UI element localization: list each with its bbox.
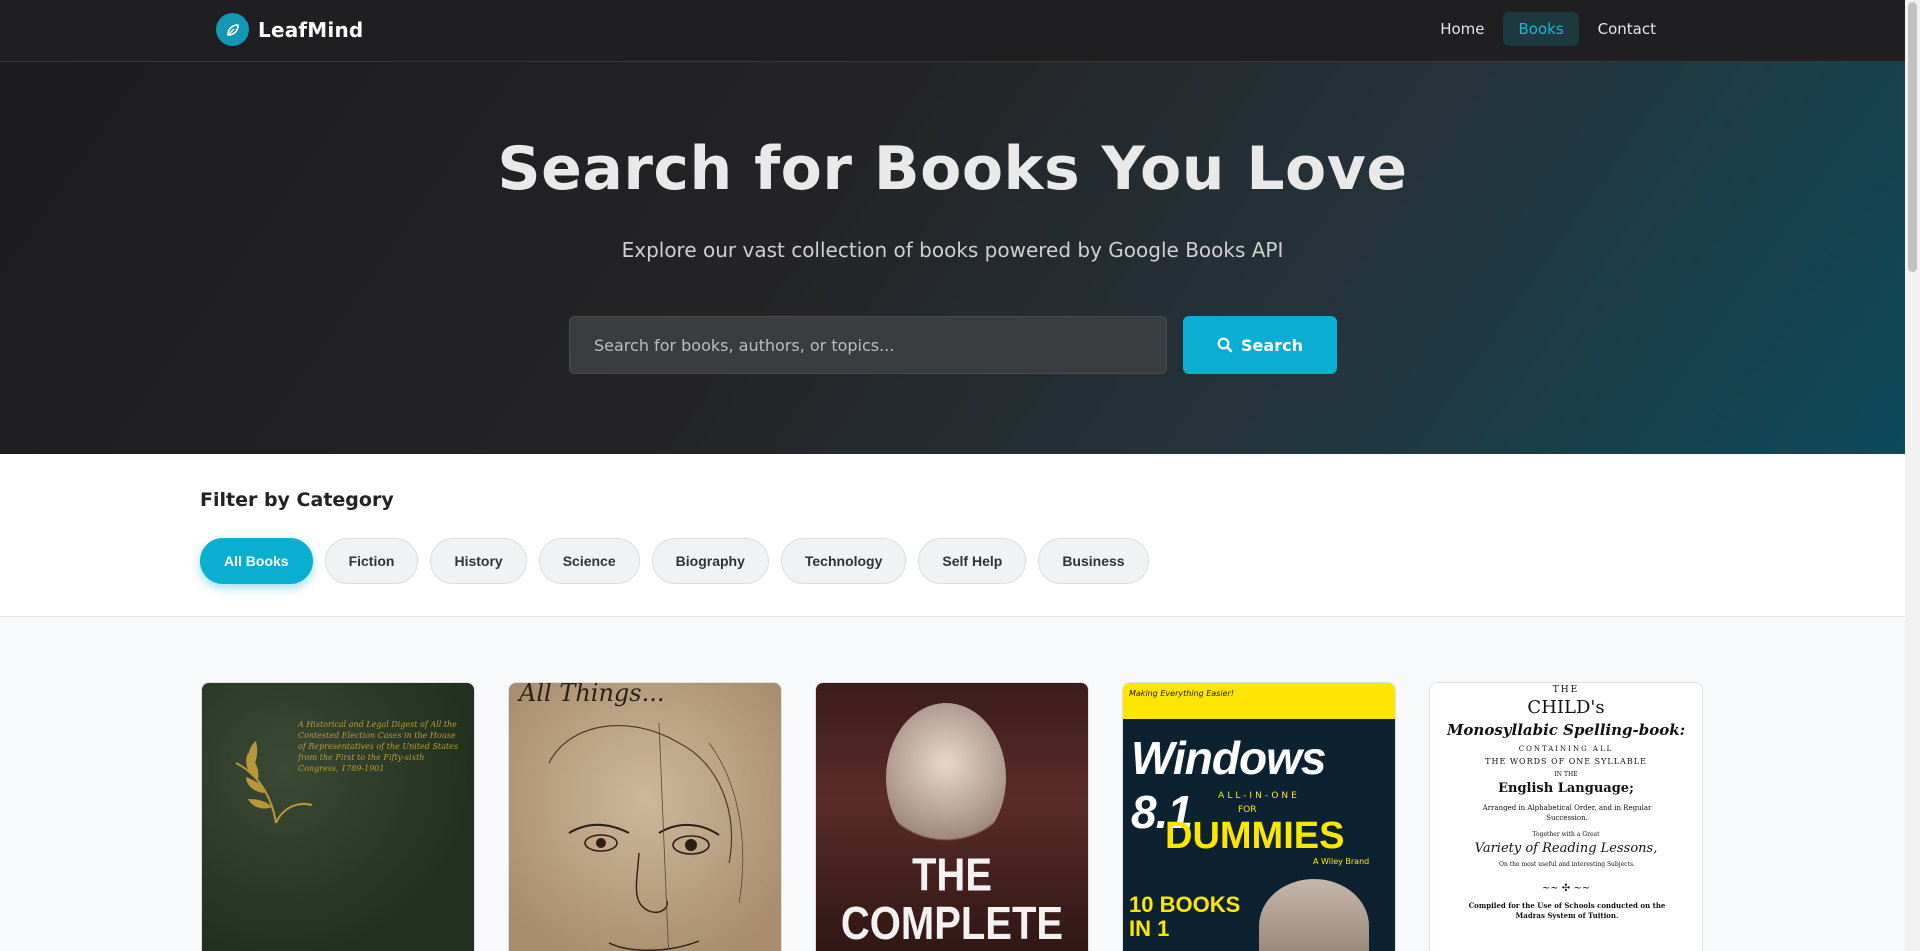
cover-text: THE COMPLETE PROVINCIAL	[829, 850, 1076, 951]
cover-line: English Language;	[1498, 781, 1634, 796]
sketch-face-icon	[548, 722, 744, 951]
book-card[interactable]: All Things...	[508, 682, 782, 951]
cover-line: Together with a Great	[1532, 831, 1600, 838]
book-grid: A Historical and Legal Digest of All the…	[201, 682, 1703, 951]
category-chip-science[interactable]: Science	[538, 538, 640, 584]
cover-publisher: A Wiley Brand	[1313, 857, 1370, 866]
cover-line: Variety of Reading Lessons,	[1474, 841, 1658, 856]
nav-links: Home Books Contact	[1421, 12, 1671, 46]
cover-tagline: Making Everything Easier!	[1123, 683, 1395, 707]
nav-link-home[interactable]: Home	[1425, 12, 1499, 46]
navbar: LeafMind Home Books Contact	[0, 0, 1905, 62]
scrollbar-thumb[interactable]	[1908, 2, 1917, 272]
book-cover: Making Everything Easier! Windows 8.1 AL…	[1123, 683, 1395, 951]
cover-line: Monosyllabic Spelling-book:	[1446, 721, 1686, 739]
nav-link-contact[interactable]: Contact	[1583, 12, 1671, 46]
leaf-icon	[216, 13, 249, 46]
search-input[interactable]	[569, 316, 1167, 374]
category-chip-history[interactable]: History	[430, 538, 527, 584]
search-button-label: Search	[1241, 335, 1303, 355]
nav-link-books[interactable]: Books	[1503, 12, 1579, 46]
brand-name: LeafMind	[258, 17, 364, 42]
cover-line: On the most useful and interesting Subje…	[1499, 861, 1635, 868]
search-icon	[1217, 337, 1233, 353]
brand[interactable]: LeafMind	[216, 13, 363, 46]
book-card[interactable]: THE CHILD's Monosyllabic Spelling-book: …	[1429, 682, 1703, 951]
category-chip-self-help[interactable]: Self Help	[918, 538, 1027, 584]
cover-line: CONTAINING ALL	[1518, 745, 1614, 753]
cover-badge: 10 BOOKS IN 1	[1129, 892, 1241, 941]
hero-section: Search for Books You Love Explore our va…	[0, 62, 1905, 454]
category-chip-all-books[interactable]: All Books	[200, 538, 313, 584]
category-chip-business[interactable]: Business	[1038, 538, 1149, 584]
search-button[interactable]: Search	[1183, 316, 1337, 374]
category-filters: All Books Fiction History Science Biogra…	[200, 538, 1161, 584]
category-chip-fiction[interactable]: Fiction	[324, 538, 419, 584]
book-cover: THE CHILD's Monosyllabic Spelling-book: …	[1430, 683, 1702, 951]
hero-subtitle: Explore our vast collection of books pow…	[621, 238, 1284, 262]
book-cover: THE COMPLETE PROVINCIAL	[816, 683, 1088, 951]
filter-section: Filter by Category All Books Fiction His…	[0, 454, 1905, 617]
cover-subtitle: ALL-IN-ONE	[1218, 791, 1300, 801]
cover-line: THE	[1552, 685, 1580, 695]
cover-line: THE WORDS OF ONE SYLLABLE	[1485, 757, 1647, 766]
filter-title: Filter by Category	[200, 489, 394, 511]
book-card[interactable]: THE COMPLETE PROVINCIAL	[815, 682, 1089, 951]
cover-line: Arranged in Alphabetical Order, and in R…	[1482, 804, 1652, 822]
cover-line: Compiled for the Use of Schools conducte…	[1468, 901, 1666, 920]
cover-for: FOR	[1238, 805, 1257, 815]
cover-stripe	[1123, 707, 1395, 719]
category-chip-biography[interactable]: Biography	[651, 538, 769, 584]
cover-line: IN THE	[1554, 771, 1578, 778]
cover-text: A Historical and Legal Digest of All the…	[298, 720, 458, 773]
book-cover: All Things...	[509, 683, 781, 951]
cover-line: CHILD's	[1527, 697, 1605, 718]
book-card[interactable]: Making Everything Easier! Windows 8.1 AL…	[1122, 682, 1396, 951]
book-cover: A Historical and Legal Digest of All the…	[202, 683, 474, 951]
scrollbar[interactable]	[1905, 0, 1920, 951]
cover-brand: DUMMIES	[1165, 815, 1345, 857]
hero-title: Search for Books You Love	[497, 134, 1408, 204]
book-card[interactable]: A Historical and Legal Digest of All the…	[201, 682, 475, 951]
cover-ornament: ~~ ✣ ~~	[1541, 883, 1591, 894]
cover-photo	[886, 703, 1006, 853]
category-chip-technology[interactable]: Technology	[780, 538, 907, 584]
